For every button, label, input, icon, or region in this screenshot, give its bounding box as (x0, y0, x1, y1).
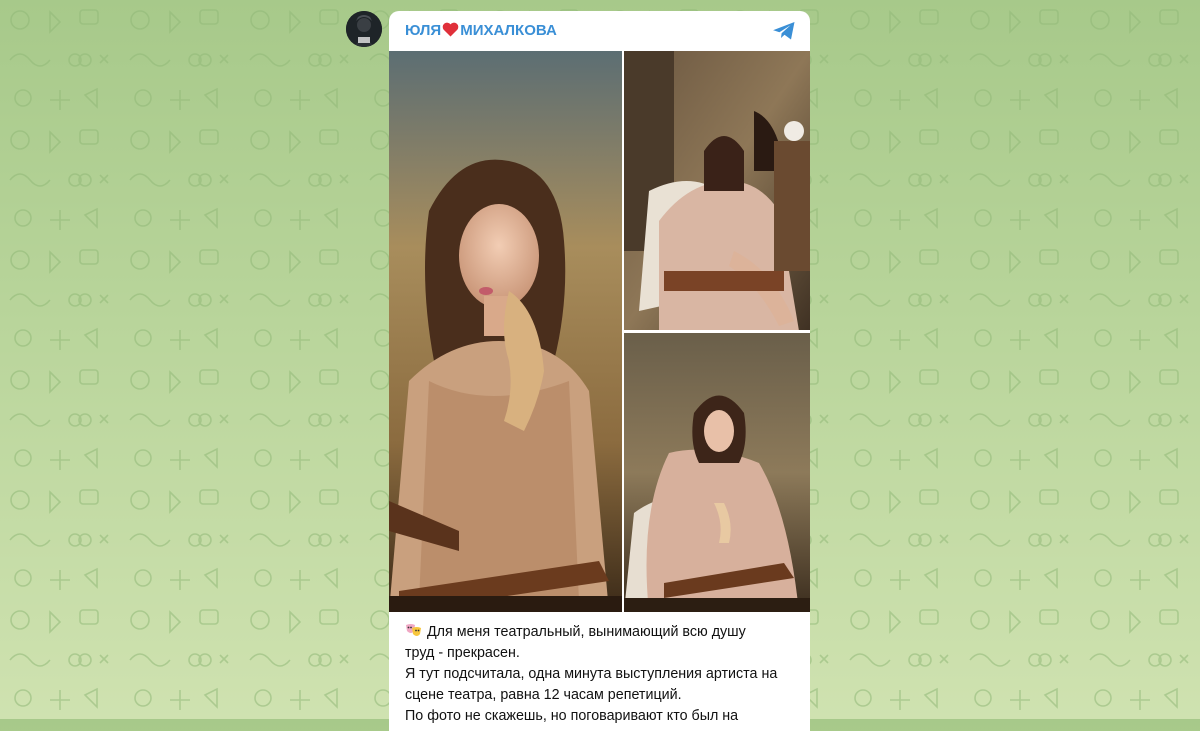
post-text-line-1-content: Для меня театральный, вынимающий всю душ… (427, 624, 746, 640)
telegram-icon[interactable] (772, 21, 796, 41)
post-header: ЮЛЯ МИХАЛКОВА (389, 11, 810, 51)
performing-arts-masks-icon (405, 623, 422, 638)
channel-post: ЮЛЯ МИХАЛКОВА Для меня театральный, выни… (389, 11, 810, 731)
post-text-line-5: По фото не скажешь, но поговаривают кто … (405, 708, 739, 724)
post-text-line-4: сцене театра, равна 12 часам репетиций. (405, 687, 682, 703)
channel-name-part-1[interactable]: ЮЛЯ (405, 22, 441, 39)
post-photo-2[interactable] (624, 51, 810, 330)
red-heart-icon (442, 22, 459, 37)
post-photo-3[interactable] (624, 333, 810, 612)
post-text: Для меня театральный, вынимающий всю душ… (405, 622, 797, 727)
channel-name[interactable]: ЮЛЯ МИХАЛКОВА (405, 22, 557, 39)
post-text-line-3: Я тут подсчитала, одна минута выступлени… (405, 666, 778, 682)
post-photo-1[interactable] (389, 51, 622, 612)
channel-avatar[interactable] (346, 11, 382, 47)
channel-name-part-2[interactable]: МИХАЛКОВА (460, 22, 557, 39)
post-text-line-1: Для меня театральный, вынимающий всю душ… (405, 622, 797, 643)
post-text-line-2: труд - прекрасен. (405, 645, 520, 661)
